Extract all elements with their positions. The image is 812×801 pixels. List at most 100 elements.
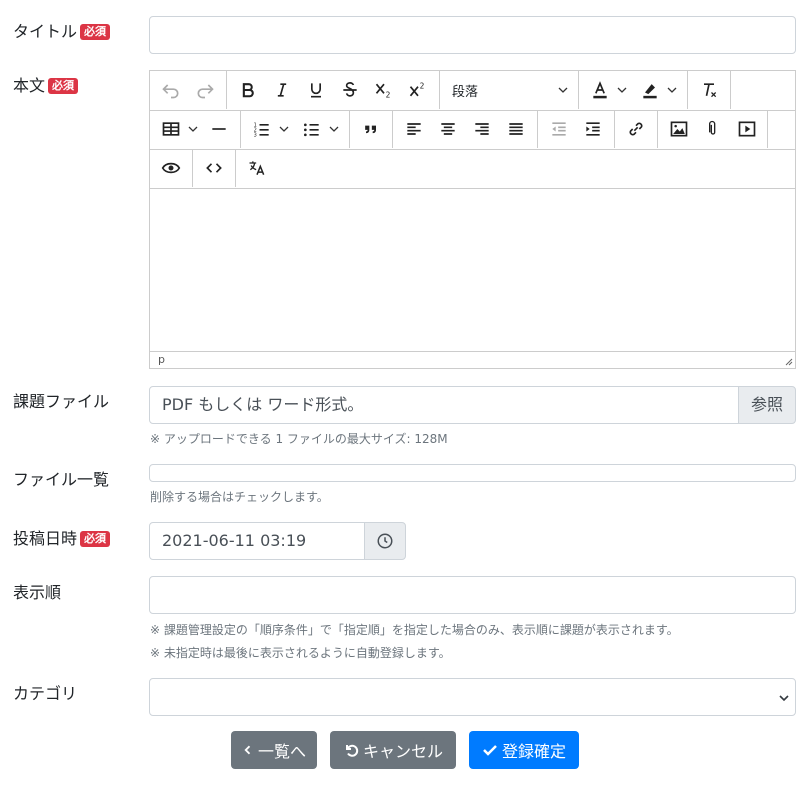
redo-icon xyxy=(197,84,214,99)
attachment-button[interactable] xyxy=(696,110,730,148)
blockquote-group xyxy=(350,110,393,148)
rich-text-editor: 2 2 段落 1 2 3 p xyxy=(149,70,796,369)
editor-content-area[interactable] xyxy=(150,188,795,351)
svg-text:3: 3 xyxy=(254,133,257,139)
back-to-list-button[interactable]: 一覧へ xyxy=(231,731,317,769)
highlighter-icon xyxy=(643,84,657,99)
media-play-icon xyxy=(738,121,756,137)
display-order-help-1: ※ 課題管理設定の「順序条件」で「指定順」を指定した場合のみ、表示順に課題が表示… xyxy=(150,623,679,637)
chevron-left-icon xyxy=(244,745,251,755)
clear-format-icon xyxy=(704,83,717,98)
toolbar-row-1: 2 2 段落 xyxy=(150,71,795,111)
image-icon xyxy=(670,121,688,137)
cancel-button[interactable]: キャンセル xyxy=(330,731,456,769)
translate-button[interactable] xyxy=(240,149,274,187)
list-group: 123 xyxy=(241,110,350,148)
align-left-button[interactable] xyxy=(397,110,431,148)
numbered-list-button[interactable]: 123 xyxy=(245,110,279,148)
category-select[interactable] xyxy=(149,678,796,716)
insert-group xyxy=(150,110,241,148)
source-code-button[interactable] xyxy=(197,149,231,187)
title-input[interactable] xyxy=(149,16,796,54)
post-datetime-input[interactable]: 2021-06-11 03:19 xyxy=(149,522,365,560)
preview-button[interactable] xyxy=(154,149,188,187)
task-file-input[interactable]: PDF もしくは ワード形式。 xyxy=(149,386,739,424)
superscript-button[interactable]: 2 xyxy=(401,71,435,109)
check-icon xyxy=(483,745,497,756)
underline-button[interactable] xyxy=(299,71,333,109)
link-button[interactable] xyxy=(619,110,653,148)
subscript-button[interactable]: 2 xyxy=(367,71,401,109)
image-button[interactable] xyxy=(662,110,696,148)
quote-icon xyxy=(365,125,376,134)
toolbar-row-2: 123 xyxy=(150,110,795,150)
chevron-down-icon xyxy=(329,126,339,132)
strikethrough-icon xyxy=(343,82,357,97)
align-right-icon xyxy=(475,123,489,135)
horizontal-rule-button[interactable] xyxy=(202,110,236,148)
redo-button[interactable] xyxy=(188,71,222,109)
highlight-color-button[interactable] xyxy=(633,71,667,109)
required-badge: 必須 xyxy=(80,531,111,547)
highlight-color-dropdown[interactable] xyxy=(667,71,677,109)
underline-icon xyxy=(311,83,321,98)
link-group xyxy=(615,110,658,148)
bold-button[interactable] xyxy=(231,71,265,109)
toolbar-row-3 xyxy=(150,149,795,189)
format-group: 2 2 xyxy=(227,71,440,109)
align-justify-button[interactable] xyxy=(499,110,533,148)
undo-icon xyxy=(345,744,359,757)
required-badge: 必須 xyxy=(80,24,111,40)
align-center-icon xyxy=(441,123,455,135)
text-color-dropdown[interactable] xyxy=(617,71,627,109)
outdent-button[interactable] xyxy=(542,110,576,148)
undo-icon xyxy=(162,84,179,99)
clear-format-group xyxy=(688,71,731,109)
bullet-list-dropdown[interactable] xyxy=(329,110,339,148)
indent-button[interactable] xyxy=(576,110,610,148)
table-button[interactable] xyxy=(154,110,188,148)
undo-button[interactable] xyxy=(154,71,188,109)
eye-icon xyxy=(161,162,181,174)
align-center-button[interactable] xyxy=(431,110,465,148)
numbered-list-dropdown[interactable] xyxy=(279,110,289,148)
clear-format-button[interactable] xyxy=(692,71,726,109)
align-justify-icon xyxy=(509,123,523,135)
svg-text:2: 2 xyxy=(386,91,391,100)
chevron-down-icon xyxy=(279,126,289,132)
chevron-down-icon xyxy=(779,695,789,702)
numbered-list-icon: 123 xyxy=(254,123,269,139)
table-dropdown[interactable] xyxy=(188,110,198,148)
italic-icon xyxy=(277,83,287,97)
text-color-icon xyxy=(593,81,607,99)
text-color-button[interactable] xyxy=(583,71,617,109)
display-order-input[interactable] xyxy=(149,576,796,614)
element-path: p xyxy=(158,353,165,366)
code-group xyxy=(193,149,236,187)
browse-button[interactable]: 参照 xyxy=(738,386,796,424)
bold-icon xyxy=(242,83,254,98)
blockquote-button[interactable] xyxy=(354,110,388,148)
block-format-select[interactable]: 段落 xyxy=(440,71,579,109)
align-group xyxy=(393,110,538,148)
resize-grip-icon[interactable] xyxy=(783,356,793,366)
align-right-button[interactable] xyxy=(465,110,499,148)
submit-button[interactable]: 登録確定 xyxy=(469,731,579,769)
editor-status-bar: p xyxy=(150,351,795,368)
italic-button[interactable] xyxy=(265,71,299,109)
horizontal-rule-icon xyxy=(212,128,226,130)
chevron-down-icon xyxy=(617,87,627,93)
task-file-help: ※ アップロードできる 1 ファイルの最大サイズ: 128M xyxy=(150,432,448,446)
media-button[interactable] xyxy=(730,110,764,148)
translate-icon xyxy=(249,161,265,175)
superscript-icon: 2 xyxy=(409,81,425,97)
category-label: カテゴリ xyxy=(13,684,78,703)
strikethrough-button[interactable] xyxy=(333,71,367,109)
bullet-list-button[interactable] xyxy=(295,110,329,148)
indent-group xyxy=(538,110,615,148)
link-icon xyxy=(629,122,643,136)
table-icon xyxy=(162,122,180,136)
outdent-icon xyxy=(552,122,566,136)
required-badge: 必須 xyxy=(48,78,79,94)
clock-button[interactable] xyxy=(364,522,406,560)
